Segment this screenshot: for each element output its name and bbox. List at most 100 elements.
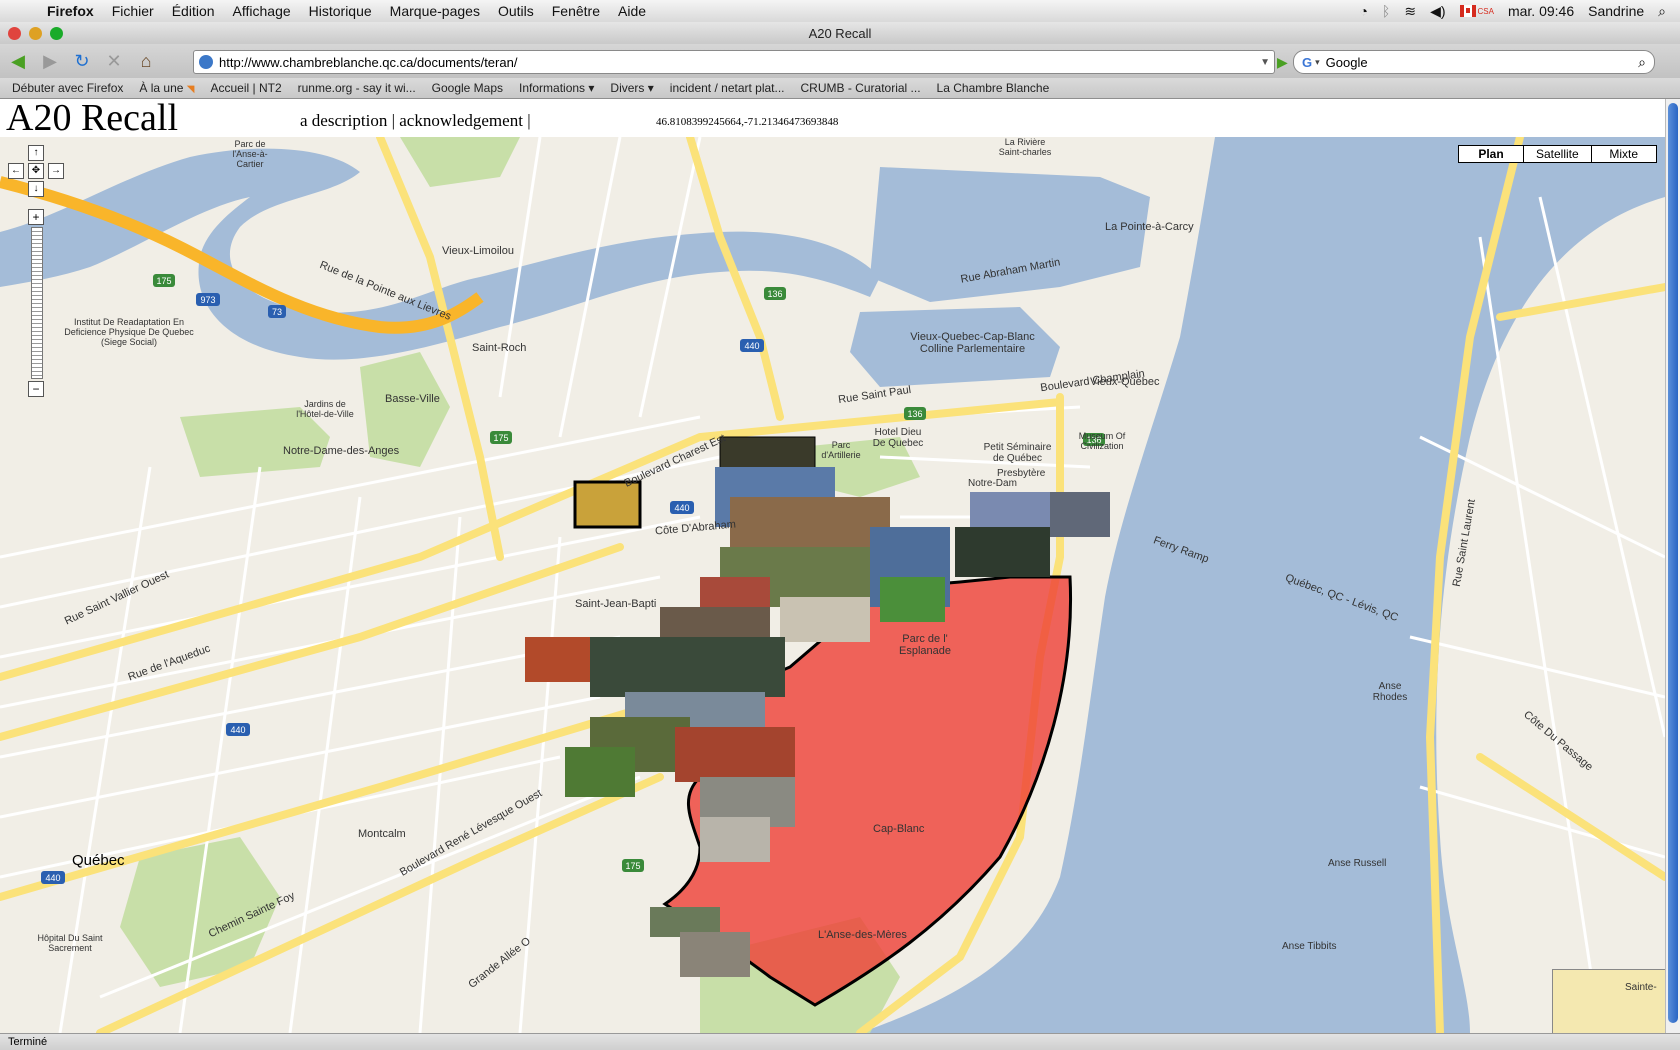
url-bar[interactable]: http://www.chambreblanche.qc.ca/document… [193, 50, 1275, 74]
bluetooth-icon[interactable]: ᛒ [1382, 3, 1390, 19]
separator: | [391, 111, 395, 130]
map-label: Anse Russell [1328, 858, 1387, 869]
route-shield-136: 136 [907, 409, 922, 419]
url-text[interactable]: http://www.chambreblanche.qc.ca/document… [219, 55, 517, 70]
scrollbar-thumb[interactable] [1668, 103, 1678, 1023]
input-source[interactable]: CSA [1459, 5, 1494, 17]
bookmark-item[interactable]: incident / netart plat... [662, 81, 793, 95]
menu-firefox[interactable]: Firefox [38, 3, 103, 19]
site-favicon-icon [199, 55, 213, 69]
map-type-satellite-button[interactable]: Satellite [1523, 146, 1591, 162]
reload-button[interactable]: ↻ [68, 49, 96, 73]
rss-icon: ◥ [186, 84, 195, 95]
zoom-window-button[interactable] [50, 27, 63, 40]
status-text: Terminé [8, 1036, 48, 1048]
description-link[interactable]: a description [300, 111, 387, 130]
search-input[interactable]: Google [1326, 55, 1368, 70]
map-label: Petit Séminaire de Québec [983, 442, 1052, 464]
photo-thumbnail[interactable] [590, 637, 785, 697]
bookmark-item[interactable]: À la une ◥ [131, 81, 202, 95]
minimap-label: Sainte- [1625, 982, 1657, 993]
volume-icon[interactable]: ◀) [1430, 3, 1445, 20]
bookmark-item[interactable]: Accueil | NT2 [202, 81, 289, 95]
photo-thumbnail[interactable] [675, 727, 795, 782]
map-label: Anse Tibbits [1282, 941, 1337, 952]
map-label: Hôpital Du Saint Sacrement [37, 933, 103, 953]
menu-fichier[interactable]: Fichier [103, 3, 163, 19]
page-scrollbar[interactable] [1665, 99, 1680, 1033]
photo-thumbnail[interactable] [955, 527, 1050, 577]
photo-thumbnail[interactable] [565, 747, 635, 797]
menu-edition[interactable]: Édition [163, 3, 224, 19]
route-shield-440: 440 [230, 725, 245, 735]
overview-minimap[interactable]: Sainte- [1552, 969, 1665, 1033]
google-map[interactable]: 175 973 73 136 440 175 440 440 136 136 1… [0, 137, 1665, 1033]
photo-thumbnail[interactable] [700, 817, 770, 862]
menu-fenetre[interactable]: Fenêtre [543, 3, 609, 19]
status-bar: Terminé [0, 1033, 1680, 1050]
map-label: L'Anse-des-Mères [818, 929, 907, 941]
menubar-clock[interactable]: mar. 09:46 [1508, 3, 1574, 19]
minimize-window-button[interactable] [29, 27, 42, 40]
spotlight-icon[interactable]: ⌕ [1658, 3, 1666, 20]
menu-affichage[interactable]: Affichage [224, 3, 300, 19]
coordinates-readout: 46.8108399245664,-71.21346473693848 [656, 116, 839, 128]
menu-historique[interactable]: Historique [300, 3, 381, 19]
photo-thumbnail[interactable] [1050, 492, 1110, 537]
search-bar[interactable]: G ▾ Google ⌕ [1293, 50, 1655, 74]
search-icon[interactable]: ⌕ [1638, 54, 1646, 71]
map-label: Vieux-Quebec-Cap-Blanc Colline Parlement… [910, 331, 1035, 355]
map-canvas[interactable]: 175 973 73 136 440 175 440 440 136 136 1… [0, 137, 1665, 1033]
pan-up-icon[interactable]: ↑ [28, 145, 44, 161]
bookmark-item[interactable]: CRUMB - Curatorial ... [793, 81, 929, 95]
photo-thumbnail[interactable] [780, 597, 870, 642]
photo-thumbnail[interactable] [525, 637, 590, 682]
photo-thumbnail[interactable] [573, 480, 642, 529]
home-button[interactable]: ⌂ [132, 49, 160, 73]
menu-outils[interactable]: Outils [489, 3, 543, 19]
page-title: A20 Recall [6, 99, 179, 139]
menu-marque-pages[interactable]: Marque-pages [381, 3, 489, 19]
map-label: Vieux-Limoilou [442, 245, 514, 257]
menubar-user[interactable]: Sandrine [1588, 3, 1644, 19]
close-window-button[interactable] [8, 27, 21, 40]
map-zoom-control: + − [28, 209, 44, 397]
bookmark-item[interactable]: La Chambre Blanche [929, 81, 1058, 95]
bookmark-item[interactable]: runme.org - say it wi... [290, 81, 424, 95]
route-shield-175: 175 [156, 276, 171, 286]
pan-left-icon[interactable]: ← [8, 163, 24, 179]
url-history-dropdown-icon[interactable]: ▼ [1260, 57, 1270, 68]
bookmark-item[interactable]: Google Maps [424, 81, 511, 95]
map-label: Institut De Readaptation En Deficience P… [64, 317, 194, 347]
go-button[interactable]: ▶ [1277, 54, 1288, 71]
bookmark-folder[interactable]: Divers ▾ [602, 81, 661, 95]
bookmark-item[interactable]: Débuter avec Firefox [0, 81, 131, 95]
pan-center-icon[interactable]: ✥ [28, 163, 44, 179]
map-label: Cap-Blanc [873, 823, 925, 835]
wifi-icon[interactable]: ≋ [1404, 3, 1416, 20]
stop-button[interactable]: ✕ [100, 49, 128, 73]
route-shield-440: 440 [674, 503, 689, 513]
map-label: Jardins de l'Hôtel-de-Ville [296, 399, 354, 419]
route-shield-175: 175 [493, 433, 508, 443]
map-type-mixte-button[interactable]: Mixte [1590, 146, 1656, 162]
time-machine-icon[interactable]: ◔ [1359, 3, 1367, 19]
photo-thumbnail[interactable] [880, 577, 945, 622]
acknowledgement-link[interactable]: acknowledgement [399, 111, 523, 130]
pan-down-icon[interactable]: ↓ [28, 181, 44, 197]
zoom-slider[interactable] [31, 227, 43, 379]
map-type-plan-button[interactable]: Plan [1459, 146, 1523, 162]
map-label: La Pointe-à-Carcy [1105, 221, 1194, 233]
menu-aide[interactable]: Aide [609, 3, 655, 19]
bookmark-folder[interactable]: Informations ▾ [511, 81, 602, 95]
photo-thumbnail[interactable] [680, 932, 750, 977]
back-button[interactable]: ◀ [4, 49, 32, 73]
pan-right-icon[interactable]: → [48, 163, 64, 179]
zoom-out-icon[interactable]: − [28, 381, 44, 397]
zoom-in-icon[interactable]: + [28, 209, 44, 225]
page-content: A20 Recall a description | acknowledgeme… [0, 99, 1665, 1033]
forward-button[interactable]: ▶ [36, 49, 64, 73]
google-engine-icon[interactable]: G [1302, 55, 1312, 70]
search-engine-dropdown-icon[interactable]: ▾ [1315, 57, 1320, 68]
os-menubar: Firefox Fichier Édition Affichage Histor… [0, 0, 1680, 23]
